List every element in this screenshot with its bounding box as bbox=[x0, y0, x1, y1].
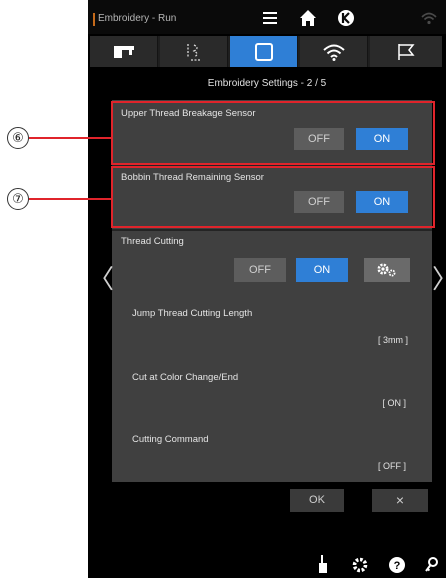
menu-icon[interactable] bbox=[262, 6, 278, 30]
tab-flag[interactable] bbox=[370, 36, 442, 67]
tab-sewing[interactable] bbox=[90, 36, 158, 67]
cut-color-change-label: Cut at Color Change/End bbox=[132, 372, 239, 383]
previous-page-arrow[interactable]: 〈 bbox=[88, 266, 114, 292]
status-title: Embroidery - Run bbox=[98, 13, 177, 24]
gears-icon bbox=[376, 262, 398, 286]
close-button[interactable]: × bbox=[372, 489, 428, 512]
tab-embroidery-settings[interactable] bbox=[230, 36, 298, 67]
svg-text:?: ? bbox=[394, 560, 401, 572]
tab-bar bbox=[90, 36, 442, 67]
thread-cutting-settings-button[interactable] bbox=[364, 258, 410, 282]
thread-cutting-off-button[interactable]: OFF bbox=[234, 258, 286, 282]
callout-7-leader bbox=[29, 198, 111, 200]
wifi-signal-icon bbox=[420, 6, 438, 30]
callout-7: ⑦ bbox=[7, 188, 29, 210]
status-accent-bar bbox=[93, 13, 95, 26]
tab-wireless[interactable] bbox=[300, 36, 368, 67]
tab-stitch[interactable] bbox=[160, 36, 228, 67]
page-title: Embroidery Settings - 2 / 5 bbox=[207, 78, 327, 89]
divider bbox=[112, 229, 432, 231]
needle-icon[interactable] bbox=[315, 555, 329, 578]
jump-thread-length-label: Jump Thread Cutting Length bbox=[132, 308, 253, 319]
settings-icon[interactable] bbox=[351, 556, 369, 578]
cutting-command-value[interactable]: [ OFF ] bbox=[378, 461, 406, 471]
next-page-arrow[interactable]: 〉 bbox=[432, 266, 446, 292]
cutting-command-label: Cutting Command bbox=[132, 434, 209, 445]
home-icon[interactable] bbox=[299, 6, 317, 30]
key-icon[interactable] bbox=[424, 556, 440, 578]
callout-6: ⑥ bbox=[7, 127, 29, 149]
ok-button[interactable]: OK bbox=[290, 489, 344, 512]
machine-screen: Embroidery - Run Embroidery Settings - 2… bbox=[88, 0, 446, 578]
thread-cutting-on-button[interactable]: ON bbox=[296, 258, 348, 282]
highlight-upper-thread-sensor bbox=[111, 101, 435, 165]
highlight-bobbin-thread-sensor bbox=[111, 166, 435, 228]
help-icon[interactable]: ? bbox=[388, 556, 406, 578]
cut-color-change-value[interactable]: [ ON ] bbox=[382, 398, 406, 408]
back-icon[interactable] bbox=[337, 6, 355, 30]
thread-cutting-label: Thread Cutting bbox=[121, 236, 184, 247]
callout-6-leader bbox=[29, 137, 111, 139]
jump-thread-length-value[interactable]: [ 3mm ] bbox=[378, 335, 408, 345]
status-bar: Embroidery - Run bbox=[88, 0, 446, 34]
